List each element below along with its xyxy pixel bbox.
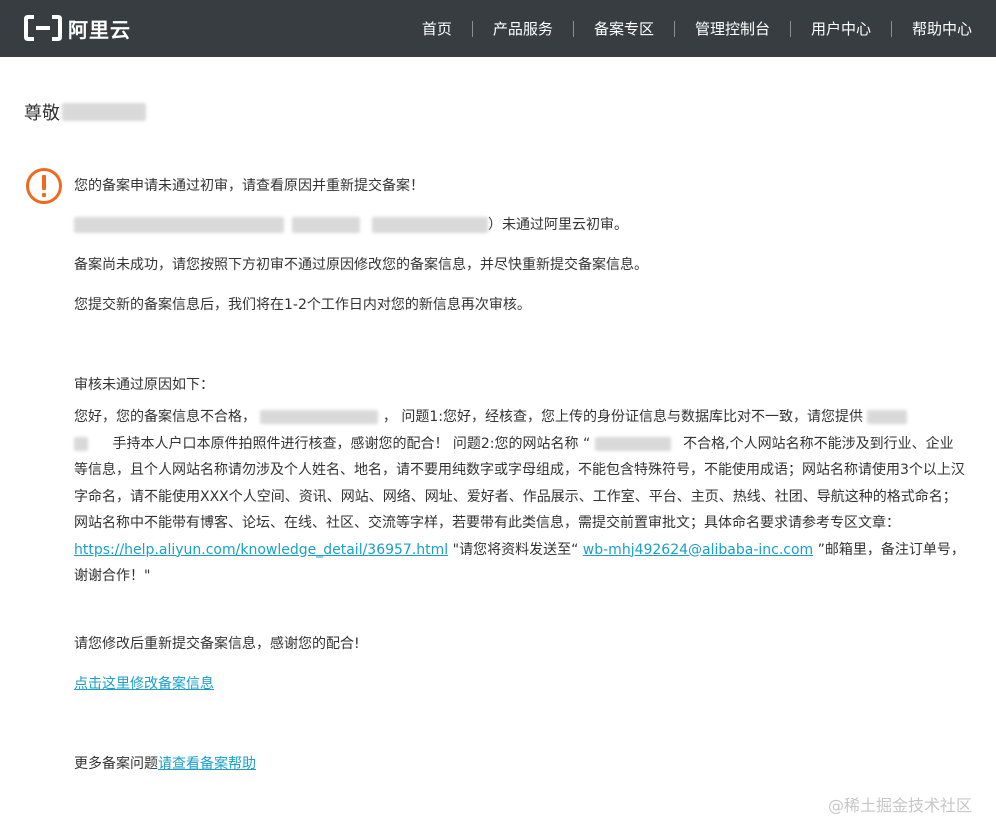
nav-user-center[interactable]: 用户中心 (791, 18, 891, 39)
redacted-site-name (594, 436, 671, 451)
redacted-name (62, 103, 146, 121)
greeting: 尊敬 (24, 99, 146, 125)
reason-text: 手持本人户口本原件拍照件进行核查，感谢您的配合！ 问题2:您的网站名称 “ (112, 435, 591, 452)
more-help-line: 更多备案问题请查看备案帮助 (74, 754, 256, 774)
main-nav: 首页 产品服务 备案专区 管理控制台 用户中心 帮助中心 (402, 0, 996, 57)
redacted-site-info (74, 217, 284, 233)
nav-help-center[interactable]: 帮助中心 (892, 18, 996, 39)
redacted-id-info (74, 436, 88, 451)
warning-icon (26, 168, 62, 204)
notice-line-3: 备案尚未成功，请您按照下方初审不通过原因修改您的备案信息，并尽快重新提交备案信息… (74, 257, 648, 273)
nav-products[interactable]: 产品服务 (473, 18, 573, 39)
reason-text: 您好，您的备案信息不合格， (74, 409, 256, 425)
more-help-prefix: 更多备案问题 (74, 756, 158, 772)
redacted-site-info (372, 217, 488, 233)
brand-name: 阿里云 (68, 17, 131, 42)
notice-line-4: 您提交新的备案信息后，我们将在1-2个工作日内对您的新信息再次审核。 (74, 297, 531, 313)
beian-help-link[interactable]: 请查看备案帮助 (158, 756, 256, 772)
redacted-order-info (260, 410, 379, 424)
notice-domain-line: ）未通过阿里云初审。 (74, 215, 628, 235)
resubmit-text: 请您修改后重新提交备案信息，感谢您的配合! (74, 636, 360, 652)
nav-home[interactable]: 首页 (402, 18, 472, 39)
redacted-id-info (867, 410, 908, 424)
reason-text: ， 问题1:您好，经核查，您上传的身份证信息与数据库比对不一致，请您提供 (382, 409, 863, 425)
watermark: @稀土掘金技术社区 (827, 796, 972, 815)
modify-info-link-wrap: 点击这里修改备案信息 (74, 674, 214, 694)
top-navigation-bar: 阿里云 首页 产品服务 备案专区 管理控制台 用户中心 帮助中心 (0, 0, 996, 57)
aliyun-logo-icon (24, 15, 62, 41)
notice-title: 您的备案申请未通过初审，请查看原因并重新提交备案！ (74, 178, 424, 194)
knowledge-article-link[interactable]: https://help.aliyun.com/knowledge_detail… (74, 542, 448, 558)
rejection-reason-text: 您好，您的备案信息不合格， ， 问题1:您好，经核查，您上传的身份证信息与数据库… (74, 404, 966, 590)
modify-info-link[interactable]: 点击这里修改备案信息 (74, 676, 214, 692)
nav-beian[interactable]: 备案专区 (574, 18, 674, 39)
notice-fail-text: ）未通过阿里云初审。 (488, 217, 628, 233)
redacted-site-info (292, 217, 360, 233)
reason-text: "请您将资料发送至“ (452, 541, 579, 558)
aliyun-logo[interactable]: 阿里云 (24, 13, 131, 43)
email-link[interactable]: wb-mhj492624@alibaba-inc.com (583, 542, 813, 558)
nav-console[interactable]: 管理控制台 (675, 18, 790, 39)
reasons-heading: 审核未通过原因如下： (74, 377, 214, 393)
greeting-text: 尊敬 (24, 103, 60, 124)
